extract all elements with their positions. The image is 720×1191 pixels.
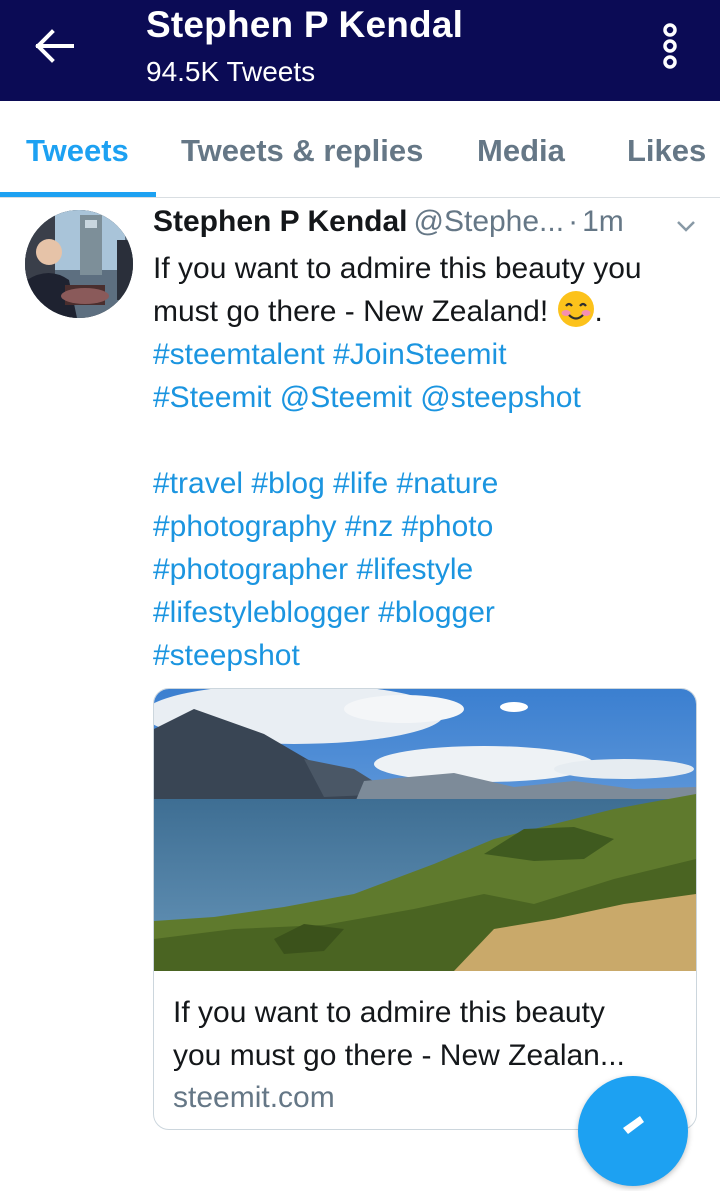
hashtag-link[interactable]: #photographer: [153, 553, 348, 586]
hashtag-link[interactable]: #blog: [251, 467, 324, 500]
hashtag-link[interactable]: #nature: [397, 467, 499, 500]
tab-media[interactable]: Media: [477, 101, 565, 197]
overflow-menu-button[interactable]: [652, 20, 688, 72]
hashtag-link[interactable]: #lifestyleblogger: [153, 596, 370, 629]
hashtag-line: #photography #nz #photo: [153, 505, 713, 548]
card-title-line: If you want to admire this beauty: [173, 996, 605, 1029]
tweet-options-button[interactable]: [674, 214, 698, 238]
tab-tweets-and-replies[interactable]: Tweets & replies: [181, 101, 423, 197]
hashtag-link[interactable]: #steemtalent: [153, 338, 325, 371]
hashtag-link[interactable]: #JoinSteemit: [333, 338, 506, 371]
hashtag-link[interactable]: #blogger: [378, 596, 495, 629]
hashtag-link[interactable]: #photo: [402, 510, 494, 543]
mention-link[interactable]: @Steemit: [280, 381, 412, 414]
avatar[interactable]: [25, 210, 133, 318]
hashtag-link[interactable]: #life: [333, 467, 388, 500]
tweet-text-fragment: .: [594, 295, 603, 328]
chevron-down-icon: [677, 221, 695, 232]
hashtag-line: #Steemit @Steemit @steepshot: [153, 376, 713, 419]
hashtag-link[interactable]: #lifestyle: [357, 553, 474, 586]
app-bar: Stephen P Kendal 94.5K Tweets: [0, 0, 720, 101]
tweet-author-handle[interactable]: @Stephe...: [414, 205, 565, 238]
tweet-header: Stephen P Kendal @Stephe... · 1m: [153, 205, 713, 245]
tweet-count: 94.5K Tweets: [146, 56, 316, 87]
hashtag-line: #steepshot: [153, 634, 713, 677]
tweet-text: If you want to admire this beauty you mu…: [153, 247, 713, 677]
hashtag-link[interactable]: #photography: [153, 510, 337, 543]
hashtag-line: #photographer #lifestyle: [153, 548, 713, 591]
card-image: [154, 689, 696, 971]
hashtag-line: #lifestyleblogger #blogger: [153, 591, 713, 634]
smiling-face-icon: [557, 290, 595, 328]
tweet-text-line: If you want to admire this beauty you: [153, 252, 642, 285]
mention-link[interactable]: @steepshot: [420, 381, 581, 414]
active-tab-indicator: [0, 192, 156, 197]
card-title: If you want to admire this beauty you mu…: [173, 991, 683, 1077]
card-title-line: you must go there - New Zealan...: [173, 1039, 625, 1072]
tab-tweets[interactable]: Tweets: [26, 101, 129, 197]
compose-tweet-button[interactable]: [578, 1076, 688, 1186]
hashtag-line: #steemtalent #JoinSteemit: [153, 333, 713, 376]
hashtag-link[interactable]: #nz: [345, 510, 393, 543]
hashtag-link[interactable]: #steepshot: [153, 639, 300, 672]
hashtag-link[interactable]: #Steemit: [153, 381, 271, 414]
compose-icon: [623, 1116, 644, 1134]
tweet-author-name[interactable]: Stephen P Kendal: [153, 205, 408, 238]
hashtag-line: #travel #blog #life #nature: [153, 462, 713, 505]
profile-name: Stephen P Kendal: [146, 4, 464, 45]
tweet-text-fragment: must go there - New Zealand!: [153, 295, 557, 328]
avatar-photo: [25, 210, 133, 318]
tweet-text-line: must go there - New Zealand! .: [153, 290, 713, 333]
back-button[interactable]: [32, 26, 82, 66]
hashtag-link[interactable]: #travel: [153, 467, 243, 500]
tweet-timestamp: 1m: [582, 205, 624, 238]
more-vertical-icon: [663, 23, 677, 69]
tab-likes[interactable]: Likes: [627, 101, 706, 197]
card-domain: steemit.com: [173, 1081, 335, 1114]
arrow-left-icon: [35, 29, 74, 63]
profile-tabs: Tweets Tweets & replies Media Likes: [0, 101, 720, 198]
link-preview-card[interactable]: If you want to admire this beauty you mu…: [153, 688, 697, 1130]
tweet-separator: ·: [568, 205, 579, 238]
